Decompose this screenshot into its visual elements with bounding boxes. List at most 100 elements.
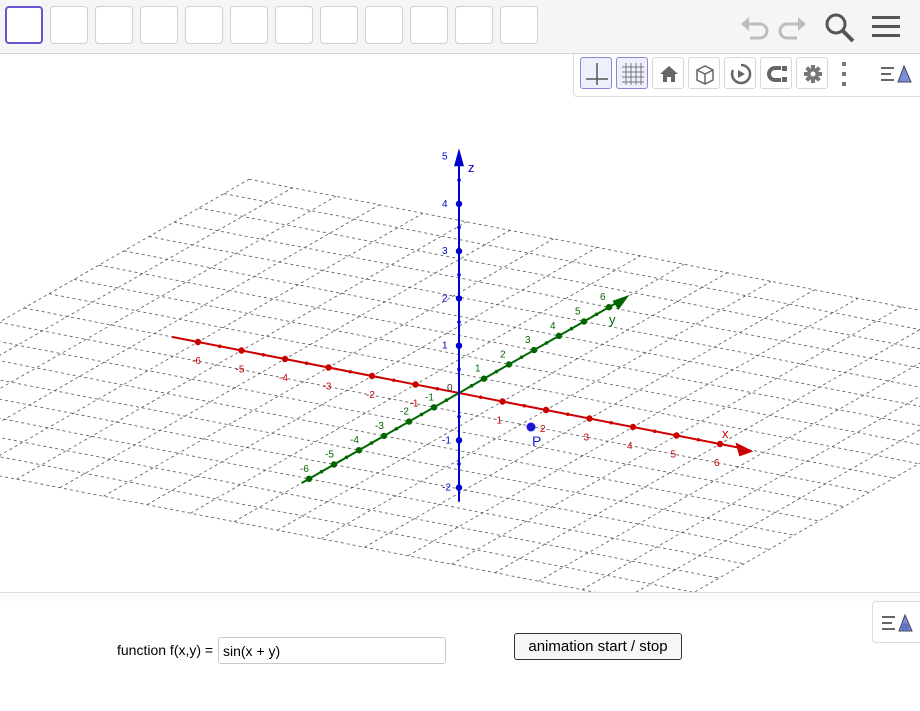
tool-button[interactable]: [500, 6, 538, 44]
axes-group: [171, 148, 754, 502]
tool-button[interactable]: [365, 6, 403, 44]
y-axis-tick: [355, 447, 363, 454]
y-axis-tick: [544, 341, 549, 345]
grid-line: [0, 187, 293, 356]
grid-icon: [622, 63, 644, 85]
y-axis-tick: [480, 375, 488, 382]
grid-line: [123, 250, 920, 407]
y-axis-tick: [369, 441, 374, 445]
x-tick-label: -5: [236, 365, 245, 376]
y-tick-label: 1: [475, 364, 481, 375]
graph-canvas[interactable]: -6-5-4-3-2-1123456-6-5-4-3-2-1123456-2-1…: [0, 54, 920, 608]
y-axis-tick: [530, 346, 538, 354]
toggle-style-bar-button[interactable]: [878, 58, 914, 90]
style-bar: [573, 54, 920, 97]
x-tick-label: -4: [279, 373, 288, 384]
x-axis-tick: [542, 406, 550, 414]
grid-line: [581, 395, 920, 591]
x-tick-label: -3: [323, 382, 332, 393]
y-axis-tick: [519, 355, 524, 360]
tool-button[interactable]: [50, 6, 88, 44]
grid-line: [0, 456, 695, 593]
x-axis-tick: [522, 403, 527, 408]
x-axis-tick: [673, 432, 680, 439]
grid-line: [0, 475, 670, 608]
tool-button[interactable]: [410, 6, 448, 44]
y-tick-label: 2: [500, 349, 506, 360]
axes-icon: [586, 63, 608, 85]
redo-icon[interactable]: [775, 10, 809, 44]
z-axis-tick: [455, 200, 463, 207]
y-tick-label: 4: [550, 321, 556, 332]
projection-icon: [767, 66, 787, 82]
origin-label: 0: [447, 383, 453, 394]
z-tick-label: -2: [442, 483, 451, 494]
z-tick-label: 1: [442, 341, 448, 352]
grid-line: [98, 264, 920, 426]
x-axis-tick: [435, 386, 440, 391]
more-options-button[interactable]: [838, 60, 850, 88]
y-axis-tick: [594, 312, 599, 317]
y-axis-tick: [444, 398, 449, 402]
x-axis-tick: [325, 364, 332, 371]
point-p[interactable]: [526, 422, 536, 432]
x-tick-label: 1: [497, 416, 503, 427]
toolbar: [0, 0, 920, 54]
y-axis-tick: [419, 412, 424, 417]
x-axis-tick: [238, 347, 245, 354]
view-cube-button[interactable]: [688, 57, 720, 89]
tool-button[interactable]: [320, 6, 358, 44]
z-axis-tick: [455, 484, 463, 491]
grid-line: [0, 195, 337, 389]
rotate-view-button[interactable]: [724, 57, 756, 89]
tool-button[interactable]: [140, 6, 178, 44]
animation-start-stop-button[interactable]: animation start / stop: [514, 633, 682, 660]
x-axis-tick: [412, 381, 419, 388]
z-axis-tick: [455, 437, 463, 444]
z-axis-tick: [457, 462, 461, 466]
axes-toggle-button[interactable]: [580, 57, 612, 89]
search-icon[interactable]: [822, 10, 856, 44]
home-view-button[interactable]: [652, 57, 684, 89]
projection-button[interactable]: [760, 57, 792, 89]
x-axis-tick: [565, 412, 570, 417]
z-axis-arrow: [454, 148, 464, 167]
grid-toggle-button[interactable]: [616, 57, 648, 89]
y-tick-label: 5: [575, 307, 581, 318]
tool-button[interactable]: [95, 6, 133, 44]
y-axis-tick: [319, 469, 324, 474]
settings-button[interactable]: [796, 57, 828, 89]
y-axis-tick: [505, 361, 513, 368]
x-axis-tick: [348, 369, 353, 374]
tool-button[interactable]: [455, 6, 493, 44]
tool-button[interactable]: [275, 6, 313, 44]
y-axis-tick: [330, 461, 338, 468]
y-axis-tick: [405, 418, 413, 425]
hamburger-menu-icon[interactable]: [869, 10, 903, 44]
grid-line: [668, 462, 920, 608]
tool-button[interactable]: [230, 6, 268, 44]
z-axis-tick: [457, 320, 461, 324]
function-input[interactable]: [218, 637, 446, 664]
z-axis-tick: [457, 367, 461, 372]
tool-button[interactable]: [185, 6, 223, 44]
y-axis-tick: [605, 304, 613, 311]
grid-line: [0, 398, 770, 550]
x-axis-tick: [696, 437, 701, 442]
graphics-3d-view[interactable]: -6 -5 -4 -3 -2 -1 1 2 3 4 5 6 -6 -5 -4 -3 -2 -1 1 2 3 4 5 6 -2 -1…: [0, 54, 920, 608]
z-tick-label: 5: [442, 152, 448, 163]
z-axis-tick: [457, 178, 461, 182]
y-axis-tick: [380, 432, 388, 440]
tool-move-button[interactable]: [5, 6, 43, 44]
z-tick-label: 4: [442, 199, 448, 210]
grid-line: [494, 329, 920, 574]
y-tick-label: -2: [400, 407, 409, 418]
y-tick-label: -4: [350, 435, 359, 446]
settings-gear-icon: [804, 65, 822, 83]
z-tick-label: 3: [442, 246, 448, 257]
y-tick-label: -3: [375, 421, 384, 432]
undo-icon[interactable]: [738, 10, 772, 44]
y-axis-tick: [494, 369, 499, 374]
x-tick-label: 3: [584, 433, 590, 444]
side-style-bar-toggle-button[interactable]: [872, 601, 920, 643]
